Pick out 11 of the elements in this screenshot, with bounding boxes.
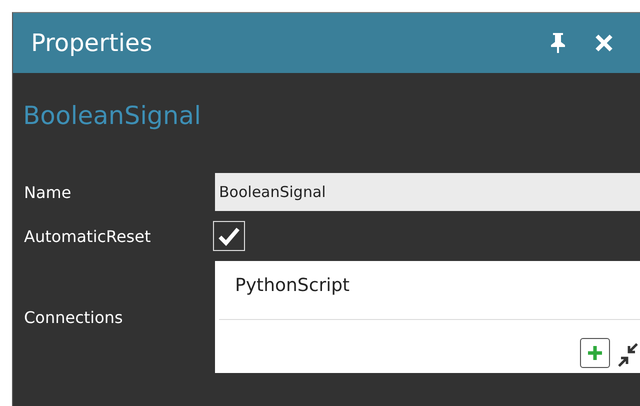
panel-title: Properties — [31, 29, 154, 57]
pin-icon[interactable] — [548, 32, 568, 54]
field-label: AutomaticReset — [23, 226, 152, 246]
field-label: Name — [23, 182, 72, 202]
add-icon[interactable] — [580, 338, 610, 368]
name-field[interactable]: BooleanSignal — [215, 173, 640, 211]
automatic-reset-checkbox[interactable] — [213, 221, 245, 251]
object-heading: BooleanSignal — [22, 100, 202, 132]
close-icon[interactable] — [594, 33, 614, 53]
field-label: Connections — [23, 308, 124, 326]
collapse-icon[interactable] — [616, 342, 640, 368]
